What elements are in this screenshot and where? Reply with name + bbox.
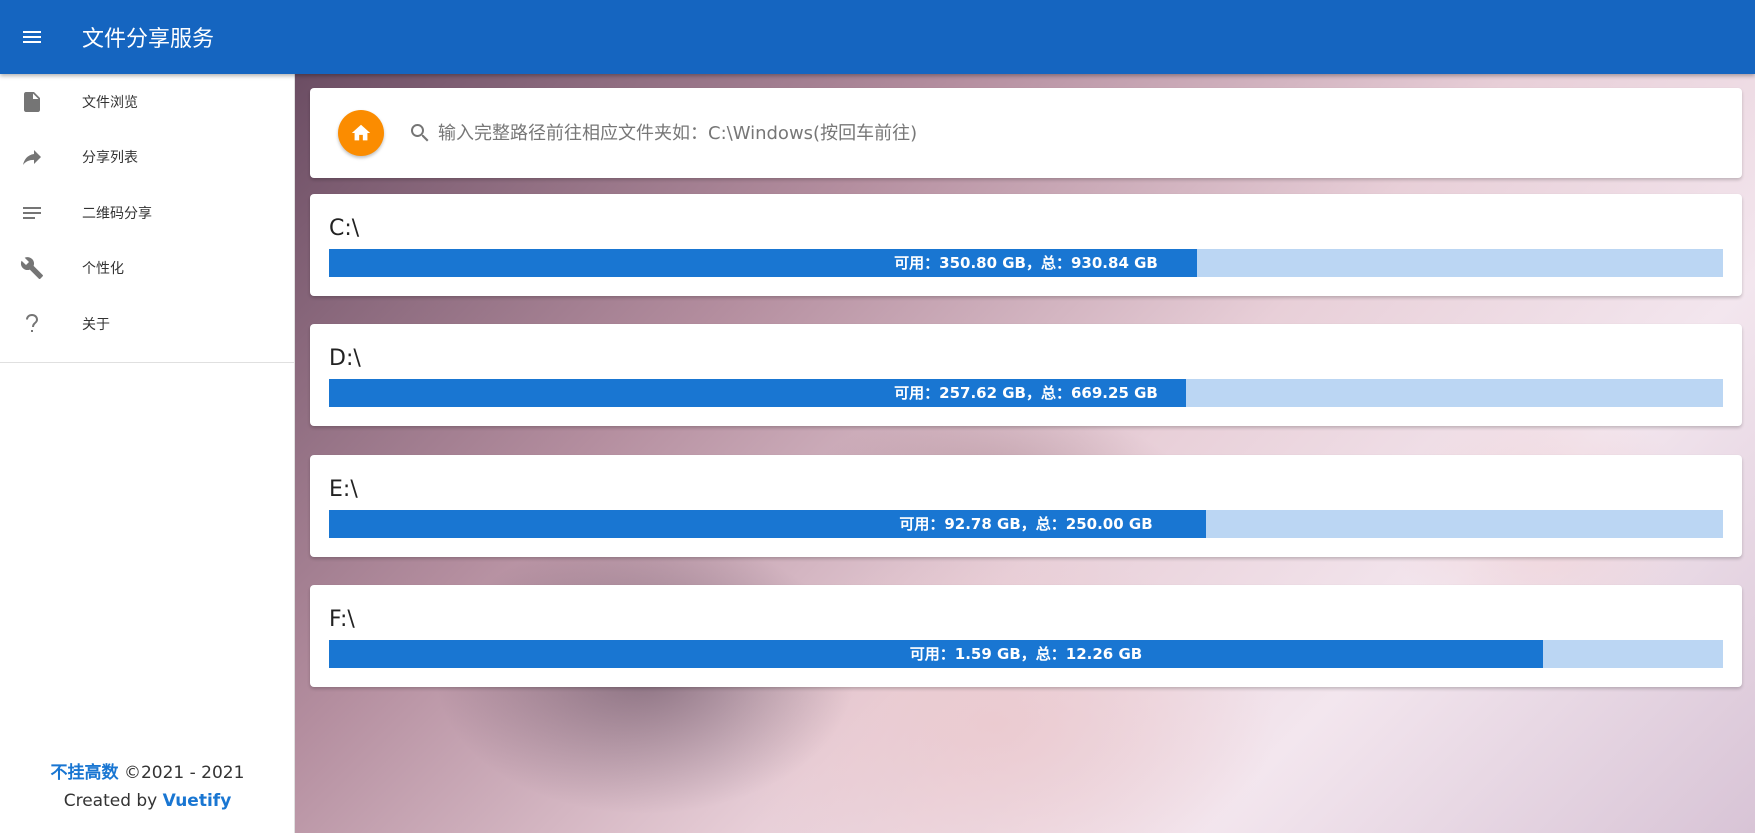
drive-card-c[interactable]: C:\ 可用：350.80 GB，总：930.84 GB — [310, 194, 1742, 296]
usage-bar: 可用：1.59 GB，总：12.26 GB — [329, 640, 1723, 668]
usage-text: 可用：92.78 GB，总：250.00 GB — [899, 515, 1153, 533]
sidebar-item-share-list[interactable]: 分享列表 — [0, 130, 294, 186]
usage-text: 可用：350.80 GB，总：930.84 GB — [894, 254, 1158, 272]
path-input[interactable] — [438, 122, 1638, 144]
drive-name: C:\ — [329, 216, 360, 241]
sidebar-item-label: 分享列表 — [82, 150, 138, 167]
usage-bar: 可用：92.78 GB，总：250.00 GB — [329, 510, 1723, 538]
footer-copyright-line: 不挂高数 ©2021 - 2021 — [0, 759, 295, 787]
usage-text: 可用：257.62 GB，总：669.25 GB — [894, 384, 1158, 402]
drive-name: E:\ — [329, 477, 358, 502]
file-icon — [0, 74, 64, 129]
copyright-text: ©2021 - 2021 — [123, 763, 245, 783]
drive-name: F:\ — [329, 607, 355, 632]
sidebar-item-qrcode-share[interactable]: 二维码分享 — [0, 185, 294, 241]
path-search-card — [310, 88, 1742, 178]
search-icon — [408, 121, 432, 145]
sidebar-item-label: 二维码分享 — [82, 205, 152, 222]
wrench-icon — [0, 241, 64, 296]
drive-card-f[interactable]: F:\ 可用：1.59 GB，总：12.26 GB — [310, 585, 1742, 687]
usage-bar: 可用：257.62 GB，总：669.25 GB — [329, 379, 1723, 407]
share-icon — [0, 130, 64, 185]
vuetify-link[interactable]: Vuetify — [163, 791, 232, 811]
menu-icon — [23, 31, 41, 43]
sidebar-item-file-browse[interactable]: 文件浏览 — [0, 74, 294, 130]
drive-card-e[interactable]: E:\ 可用：92.78 GB，总：250.00 GB — [310, 455, 1742, 557]
author-link[interactable]: 不挂高数 — [51, 763, 119, 783]
app-bar: 文件分享服务 — [0, 0, 1755, 74]
menu-button[interactable] — [0, 0, 64, 74]
usage-text: 可用：1.59 GB，总：12.26 GB — [909, 645, 1143, 663]
nav-list: 文件浏览 分享列表 二维码分享 个性化 关于 — [0, 74, 294, 363]
footer-created-line: Created by Vuetify — [0, 787, 295, 815]
main-content: C:\ 可用：350.80 GB，总：930.84 GB D:\ 可用：257.… — [295, 74, 1755, 833]
footer: 不挂高数 ©2021 - 2021 Created by Vuetify — [0, 759, 295, 815]
app-title: 文件分享服务 — [82, 27, 215, 52]
sidebar-item-label: 个性化 — [82, 261, 124, 278]
sidebar-item-personalize[interactable]: 个性化 — [0, 241, 294, 297]
navigation-drawer: 文件浏览 分享列表 二维码分享 个性化 关于 不挂高数 ©2021 - 2021… — [0, 74, 295, 833]
created-by-text: Created by — [63, 791, 158, 811]
home-icon — [351, 124, 371, 141]
home-button[interactable] — [338, 110, 384, 156]
sidebar-item-about[interactable]: 关于 — [0, 296, 294, 352]
sidebar-item-label: 关于 — [82, 316, 110, 333]
sidebar-item-label: 文件浏览 — [82, 94, 138, 111]
drive-name: D:\ — [329, 346, 361, 371]
drive-card-d[interactable]: D:\ 可用：257.62 GB，总：669.25 GB — [310, 324, 1742, 426]
list-icon — [0, 185, 64, 240]
usage-bar: 可用：350.80 GB，总：930.84 GB — [329, 249, 1723, 277]
help-icon — [0, 296, 64, 351]
